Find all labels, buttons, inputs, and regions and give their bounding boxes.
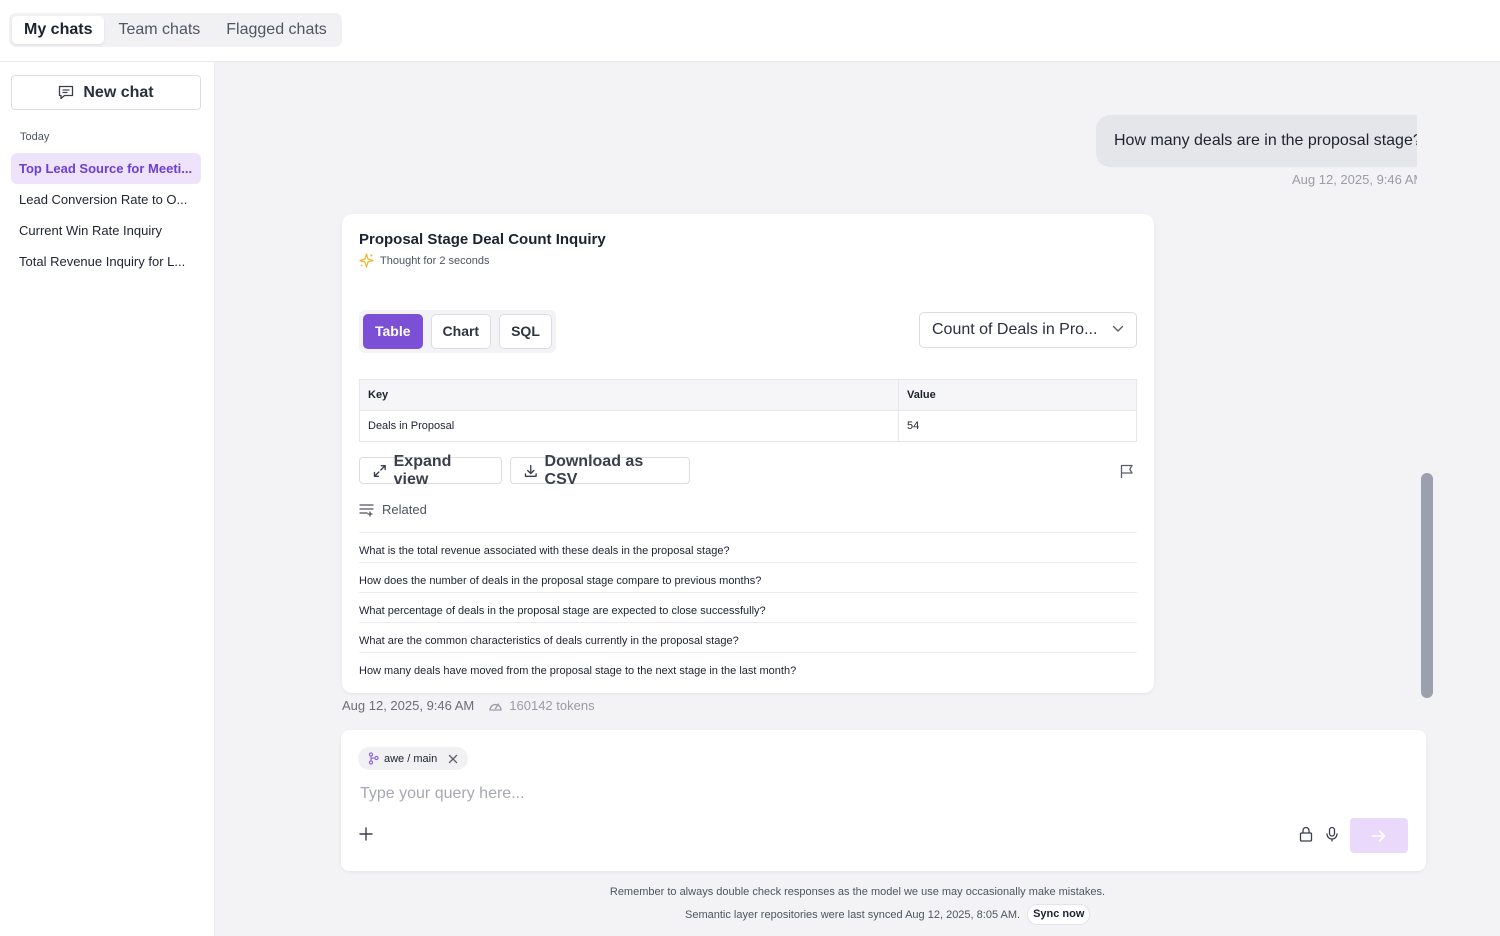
response-title: Proposal Stage Deal Count Inquiry bbox=[359, 231, 606, 248]
view-tabs: Table Chart SQL bbox=[359, 310, 556, 353]
arrow-right-icon bbox=[1371, 829, 1386, 842]
table-cell: 54 bbox=[907, 420, 920, 432]
repo-branch-label: awe / main bbox=[384, 752, 438, 765]
table-cell: Deals in Proposal bbox=[359, 410, 899, 442]
measure-select-value: Count of Deals in Pro... bbox=[932, 321, 1098, 338]
composer: awe / main bbox=[341, 730, 1426, 871]
column-header-value: Value bbox=[898, 379, 1137, 411]
expand-view-button[interactable]: Expand view bbox=[359, 453, 502, 488]
lock-icon[interactable] bbox=[1298, 826, 1314, 842]
remove-chip-button[interactable] bbox=[448, 754, 458, 764]
token-usage: 160142 tokens bbox=[488, 698, 595, 713]
response-meta: Aug 12, 2025, 9:46 AM 160142 tokens bbox=[342, 698, 595, 713]
tab-table[interactable]: Table bbox=[363, 314, 423, 349]
related-question[interactable]: What percentage of deals in the proposal… bbox=[359, 593, 1137, 623]
flag-icon[interactable] bbox=[1119, 463, 1135, 479]
column-header-key: Key bbox=[359, 379, 899, 411]
measure-select[interactable]: Count of Deals in Pro... bbox=[919, 312, 1137, 348]
new-chat-button[interactable]: New chat bbox=[11, 75, 201, 110]
download-csv-button[interactable]: Download as CSV bbox=[510, 453, 690, 488]
tab-flagged-chats[interactable]: Flagged chats bbox=[214, 16, 339, 44]
table-header-row: Key Value bbox=[359, 379, 1137, 411]
user-message: How many deals are in the proposal stage… bbox=[1096, 115, 1417, 167]
related-questions-list: What is the total revenue associated wit… bbox=[359, 532, 1137, 683]
related-question[interactable]: How many deals have moved from the propo… bbox=[359, 653, 1137, 683]
download-icon bbox=[524, 464, 537, 477]
related-question[interactable]: How does the number of deals in the prop… bbox=[359, 563, 1137, 593]
gauge-icon bbox=[489, 702, 502, 711]
tab-team-chats[interactable]: Team chats bbox=[106, 16, 212, 44]
related-header: Related bbox=[359, 502, 427, 517]
tab-sql[interactable]: SQL bbox=[499, 314, 552, 349]
top-bar: My chats Team chats Flagged chats bbox=[0, 0, 1500, 62]
chat-main: How many deals are in the proposal stage… bbox=[215, 62, 1500, 936]
expand-icon bbox=[373, 464, 386, 477]
send-button[interactable] bbox=[1350, 818, 1408, 853]
chevron-down-icon bbox=[1112, 325, 1124, 332]
close-icon bbox=[449, 754, 458, 763]
expand-view-label: Expand view bbox=[393, 452, 452, 488]
query-input[interactable] bbox=[360, 782, 1400, 806]
user-message-timestamp: Aug 12, 2025, 9:46 AM bbox=[1292, 172, 1417, 187]
chat-history-item[interactable]: Total Revenue Inquiry for L... bbox=[11, 246, 201, 277]
tab-my-chats[interactable]: My chats bbox=[12, 16, 105, 44]
chat-history-item[interactable]: Lead Conversion Rate to O... bbox=[11, 184, 201, 215]
sidebar: New chat Today Top Lead Source for Meeti… bbox=[0, 62, 215, 936]
related-question[interactable]: What is the total revenue associated wit… bbox=[359, 533, 1137, 563]
download-csv-label: Download as CSV bbox=[544, 452, 644, 488]
related-question[interactable]: What are the common characteristics of d… bbox=[359, 623, 1137, 653]
sync-status: Semantic layer repositories were last sy… bbox=[685, 904, 1091, 925]
scrollbar-thumb[interactable] bbox=[1421, 473, 1433, 698]
sparkle-icon bbox=[359, 253, 374, 268]
microphone-icon[interactable] bbox=[1324, 826, 1340, 842]
related-list-icon bbox=[359, 503, 374, 517]
thought-text: Thought for 2 seconds bbox=[380, 254, 490, 267]
chat-history-list: Top Lead Source for Meeti... Lead Conver… bbox=[11, 153, 201, 277]
chat-bubble-icon bbox=[59, 85, 74, 100]
git-branch-icon bbox=[368, 752, 379, 765]
related-label: Related bbox=[382, 502, 427, 517]
token-count: 160142 tokens bbox=[509, 698, 595, 713]
sync-status-text: Semantic layer repositories were last sy… bbox=[685, 908, 1021, 921]
response-card: Proposal Stage Deal Count Inquiry Though… bbox=[342, 214, 1154, 693]
plus-icon[interactable] bbox=[358, 826, 374, 842]
response-timestamp: Aug 12, 2025, 9:46 AM bbox=[342, 698, 475, 713]
tab-chart[interactable]: Chart bbox=[430, 314, 492, 349]
sync-now-button[interactable]: Sync now bbox=[1027, 904, 1091, 925]
chat-history-item[interactable]: Current Win Rate Inquiry bbox=[11, 215, 201, 246]
repo-branch-chip[interactable]: awe / main bbox=[358, 747, 469, 770]
table-row: Deals in Proposal 54 bbox=[359, 410, 1137, 442]
section-label-today: Today bbox=[20, 131, 50, 143]
result-table: Key Value Deals in Proposal 54 bbox=[359, 379, 1137, 442]
disclaimer-text: Remember to always double check response… bbox=[609, 886, 1106, 898]
chat-history-item[interactable]: Top Lead Source for Meeti... bbox=[11, 153, 201, 184]
new-chat-label: New chat bbox=[83, 83, 154, 101]
chat-scope-tabs: My chats Team chats Flagged chats bbox=[9, 13, 342, 47]
thought-indicator: Thought for 2 seconds bbox=[359, 253, 489, 268]
